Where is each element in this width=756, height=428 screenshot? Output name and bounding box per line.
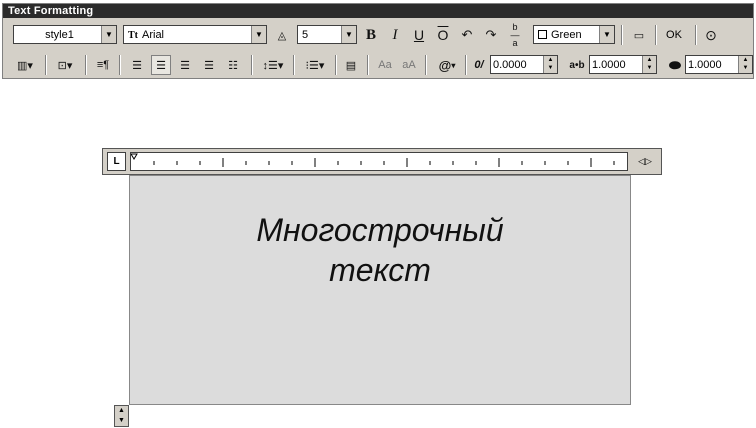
width-factor-value: 1.0000 (688, 58, 722, 71)
font-select[interactable]: Tt Arial ▼ (123, 25, 267, 44)
separator (45, 55, 47, 75)
color-value: Green (534, 29, 599, 41)
oblique-angle-icon: 0/ (474, 59, 484, 71)
redo-icon[interactable]: ↷ (481, 25, 501, 45)
toolbar-title: Text Formatting (3, 4, 753, 18)
font-name: Arial (142, 28, 165, 41)
tracking-input[interactable]: 1.0000 ▲ ▼ (589, 55, 657, 74)
separator (293, 55, 295, 75)
overline-button[interactable]: O (433, 25, 453, 45)
spinner-icon[interactable]: ▲ ▼ (642, 56, 656, 73)
line-spacing-icon[interactable]: ↕☰▾ (259, 55, 287, 75)
style-select[interactable]: style1 ▼ (13, 25, 117, 44)
ruler-icon[interactable]: ▭ (629, 25, 649, 45)
chevron-down-icon[interactable]: ▼ (341, 26, 356, 43)
separator (85, 55, 87, 75)
stack-icon[interactable]: b — a (505, 23, 525, 48)
width-resize-handle-icon[interactable]: ◁▷ (633, 154, 657, 169)
uppercase-button[interactable]: Aa (375, 55, 395, 75)
insert-field-icon[interactable]: ▤ (341, 55, 361, 75)
symbol-button[interactable]: @ ▾ (433, 55, 461, 75)
width-factor-icon: ⬬ (669, 56, 681, 73)
tracking-value: 1.0000 (592, 58, 626, 71)
separator (251, 55, 253, 75)
separator (119, 55, 121, 75)
ruler[interactable]: L ◁▷ (102, 148, 662, 175)
text-formatting-toolbar: Text Formatting style1 ▼ Tt Arial ▼ ◬ 5 ▼… (2, 3, 754, 79)
spinner-icon[interactable]: ▲ ▼ (738, 56, 752, 73)
truetype-icon: Tt (128, 29, 138, 41)
options-icon[interactable]: ⊙ (701, 25, 721, 45)
color-swatch-icon (538, 29, 547, 39)
width-factor-input[interactable]: 1.0000 ▲ ▼ (685, 55, 753, 74)
ok-button[interactable]: OK (659, 25, 689, 45)
color-name: Green (551, 28, 582, 41)
bold-button[interactable]: B (361, 25, 381, 45)
editor-line: Многострочный (256, 212, 504, 248)
chevron-down-icon[interactable]: ▼ (599, 26, 614, 43)
separator (367, 55, 369, 75)
editor-line: текст (329, 252, 431, 288)
align-distribute-icon[interactable]: ☷ (223, 55, 243, 75)
numbering-icon[interactable]: ⁝☰▾ (301, 55, 329, 75)
italic-button[interactable]: I (385, 25, 405, 45)
align-center-icon[interactable]: ☰ (151, 55, 171, 75)
separator (621, 25, 623, 45)
separator (335, 55, 337, 75)
height-resize-handle-icon[interactable]: ▲ ▼ (114, 405, 129, 427)
color-select[interactable]: Green ▼ (533, 25, 615, 44)
text-height-value: 5 (302, 28, 309, 41)
at-icon: @ (438, 57, 452, 73)
annotative-icon[interactable]: ◬ (272, 25, 292, 45)
toolbar-row-2: ▥▾ ⊡▾ ≡¶ ☰ ☰ ☰ ☰ ☷ ↕☰▾ ⁝☰▾ ▤ Aa aA @ ▾ 0/… (3, 52, 753, 78)
undo-icon[interactable]: ↶ (457, 25, 477, 45)
ruler-ticks (131, 153, 615, 167)
align-left-icon[interactable]: ☰ (127, 55, 147, 75)
align-justify-icon[interactable]: ☰ (199, 55, 219, 75)
justification-icon[interactable]: ⊡▾ (51, 55, 79, 75)
separator (695, 25, 697, 45)
tab-type-selector[interactable]: L (107, 152, 126, 171)
chevron-down-icon[interactable]: ▼ (101, 26, 116, 43)
separator (425, 55, 427, 75)
tracking-icon: a•b (569, 59, 585, 71)
separator (465, 55, 467, 75)
columns-icon[interactable]: ▥▾ (11, 55, 39, 75)
style-value: style1 (45, 28, 74, 41)
spinner-icon[interactable]: ▲ ▼ (543, 56, 557, 73)
ruler-track[interactable] (130, 152, 628, 171)
oblique-angle-input[interactable]: 0.0000 ▲ ▼ (490, 55, 558, 74)
lowercase-button[interactable]: aA (399, 55, 419, 75)
align-right-icon[interactable]: ☰ (175, 55, 195, 75)
separator (655, 25, 657, 45)
oblique-angle-value: 0.0000 (493, 58, 527, 71)
font-value: Tt Arial (124, 29, 251, 41)
paragraph-icon[interactable]: ≡¶ (93, 55, 113, 75)
text-height-select[interactable]: 5 ▼ (297, 25, 357, 44)
underline-button[interactable]: U (409, 25, 429, 45)
mtext-editor[interactable]: Многострочный текст (129, 175, 631, 405)
chevron-down-icon[interactable]: ▼ (251, 26, 266, 43)
indent-marker-icon (131, 153, 138, 160)
toolbar-row-1: style1 ▼ Tt Arial ▼ ◬ 5 ▼ B I U O ↶ ↷ b — a… (3, 22, 753, 48)
